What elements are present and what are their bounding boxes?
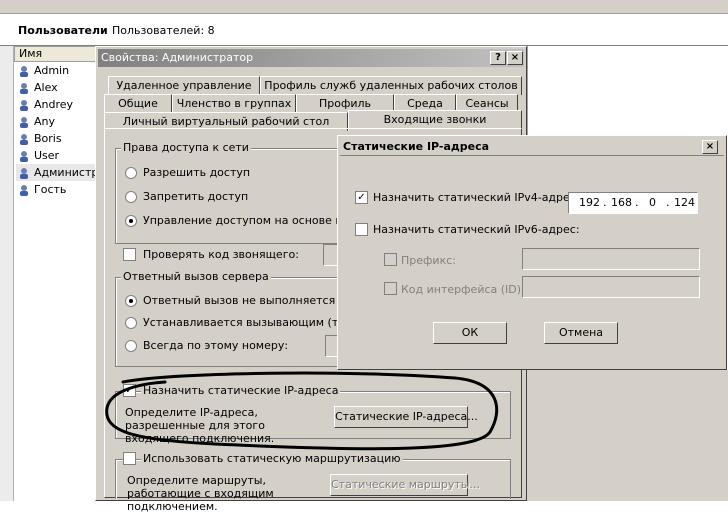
policy-access-label: Управление доступом на основе полит (143, 214, 370, 227)
ip-dialog-title: Статические IP-адреса (343, 140, 490, 153)
user-icon (18, 133, 30, 145)
radio-policy-access[interactable] (125, 215, 137, 227)
verify-caller-checkbox[interactable] (123, 248, 136, 261)
ipv4-octet-3: 0 (649, 196, 656, 209)
tab-remote-control[interactable]: Удаленное управление (108, 76, 260, 95)
page-title: Пользователи (18, 24, 108, 37)
user-icon (18, 167, 30, 179)
user-icon (18, 150, 30, 162)
help-button[interactable]: ? (490, 51, 506, 65)
static-ip-label: Назначить статические IP-адреса (141, 384, 341, 397)
ipv6-checkbox[interactable] (355, 223, 368, 236)
ip-dialog-close-button[interactable]: × (702, 140, 718, 154)
no-callback-label: Ответный вызов не выполняется (143, 294, 336, 307)
static-ip-button[interactable]: Статические IP-адреса... (334, 406, 478, 428)
iface-id-checkbox[interactable] (384, 282, 397, 295)
ipv4-octet-4: 124 (674, 196, 695, 209)
header-bar: Пользователи Пользователей: 8 (0, 14, 728, 46)
user-icon (18, 65, 30, 77)
list-item[interactable]: User (16, 147, 98, 164)
cancel-button[interactable]: Отмена (544, 322, 618, 344)
user-icon (18, 82, 30, 94)
list-item[interactable]: Boris (16, 130, 98, 147)
static-routes-description: Определите маршруты, работающие с входящ… (127, 474, 274, 513)
network-access-label: Права доступа к сети (121, 141, 251, 154)
list-item[interactable]: Admin (16, 62, 98, 79)
list-item[interactable]: Any (16, 113, 98, 130)
list-item[interactable]: Alex (16, 79, 98, 96)
left-panel (0, 46, 14, 501)
ipv4-octet-2: 168 (611, 196, 632, 209)
tab-member-of[interactable]: Членство в группах (172, 94, 296, 113)
list-item[interactable]: Andrey (16, 96, 98, 113)
ip-dialog-titlebar[interactable]: Статические IP-адреса (340, 138, 724, 156)
radio-always-callback[interactable] (125, 340, 137, 352)
right-pane (527, 46, 728, 141)
ipv4-octet-1: 192 (579, 196, 600, 209)
tab-general[interactable]: Общие (104, 94, 172, 113)
static-ip-dialog: Статические IP-адреса × ✓ Назначить стат… (337, 135, 727, 370)
list-item-selected[interactable]: Администратор (16, 164, 98, 181)
radio-caller-callback[interactable] (125, 317, 137, 329)
ok-button[interactable]: ОК (433, 322, 507, 344)
caller-callback-label: Устанавливается вызывающим (тольк (143, 316, 366, 329)
dialog-title: Свойства: Администратор (101, 51, 254, 64)
verify-caller-label: Проверять код звонящего: (143, 248, 299, 261)
background-area (527, 370, 728, 501)
always-callback-label: Всегда по этому номеру: (143, 339, 289, 352)
ipv4-checkbox[interactable]: ✓ (355, 191, 368, 204)
user-icon (18, 99, 30, 111)
static-ip-description: Определите IP-адреса, разрешенные для эт… (125, 406, 275, 445)
static-routes-checkbox[interactable] (123, 452, 136, 465)
static-ip-checkbox[interactable]: ✓ (123, 384, 136, 397)
dialog-titlebar[interactable]: Свойства: Администратор (98, 49, 524, 67)
tab-rds-profile[interactable]: Профиль служб удаленных рабочих столов (260, 76, 522, 95)
user-count: Пользователей: 8 (112, 24, 215, 37)
static-routes-label: Использовать статическую маршрутизацию (141, 452, 403, 465)
radio-deny-access[interactable] (125, 191, 137, 203)
iface-id-label: Код интерфейса (ID): (401, 283, 525, 296)
ipv6-label: Назначить статический IPv6-адрес: (373, 223, 580, 236)
prefix-label: Префикс: (401, 254, 456, 267)
prefix-checkbox[interactable] (384, 253, 397, 266)
top-strip (0, 0, 728, 14)
callback-label: Ответный вызов сервера (121, 270, 271, 283)
ipv4-address-input[interactable]: 192 . 168 . 0 . 124 (568, 192, 698, 214)
deny-access-label: Запретить доступ (143, 190, 249, 203)
static-routes-button[interactable]: Статические маршруты... (330, 474, 480, 496)
iface-id-field[interactable] (522, 276, 700, 298)
prefix-field[interactable] (522, 248, 700, 270)
user-icon (18, 184, 30, 196)
ipv4-label: Назначить статический IPv4-адрес: (373, 191, 580, 204)
column-header-name[interactable]: Имя (14, 46, 98, 62)
list-item[interactable]: Гость (16, 181, 98, 198)
close-button[interactable]: × (507, 51, 523, 65)
user-icon (18, 116, 30, 128)
allow-access-label: Разрешить доступ (143, 166, 251, 179)
radio-allow-access[interactable] (125, 167, 137, 179)
radio-no-callback[interactable] (125, 295, 137, 307)
